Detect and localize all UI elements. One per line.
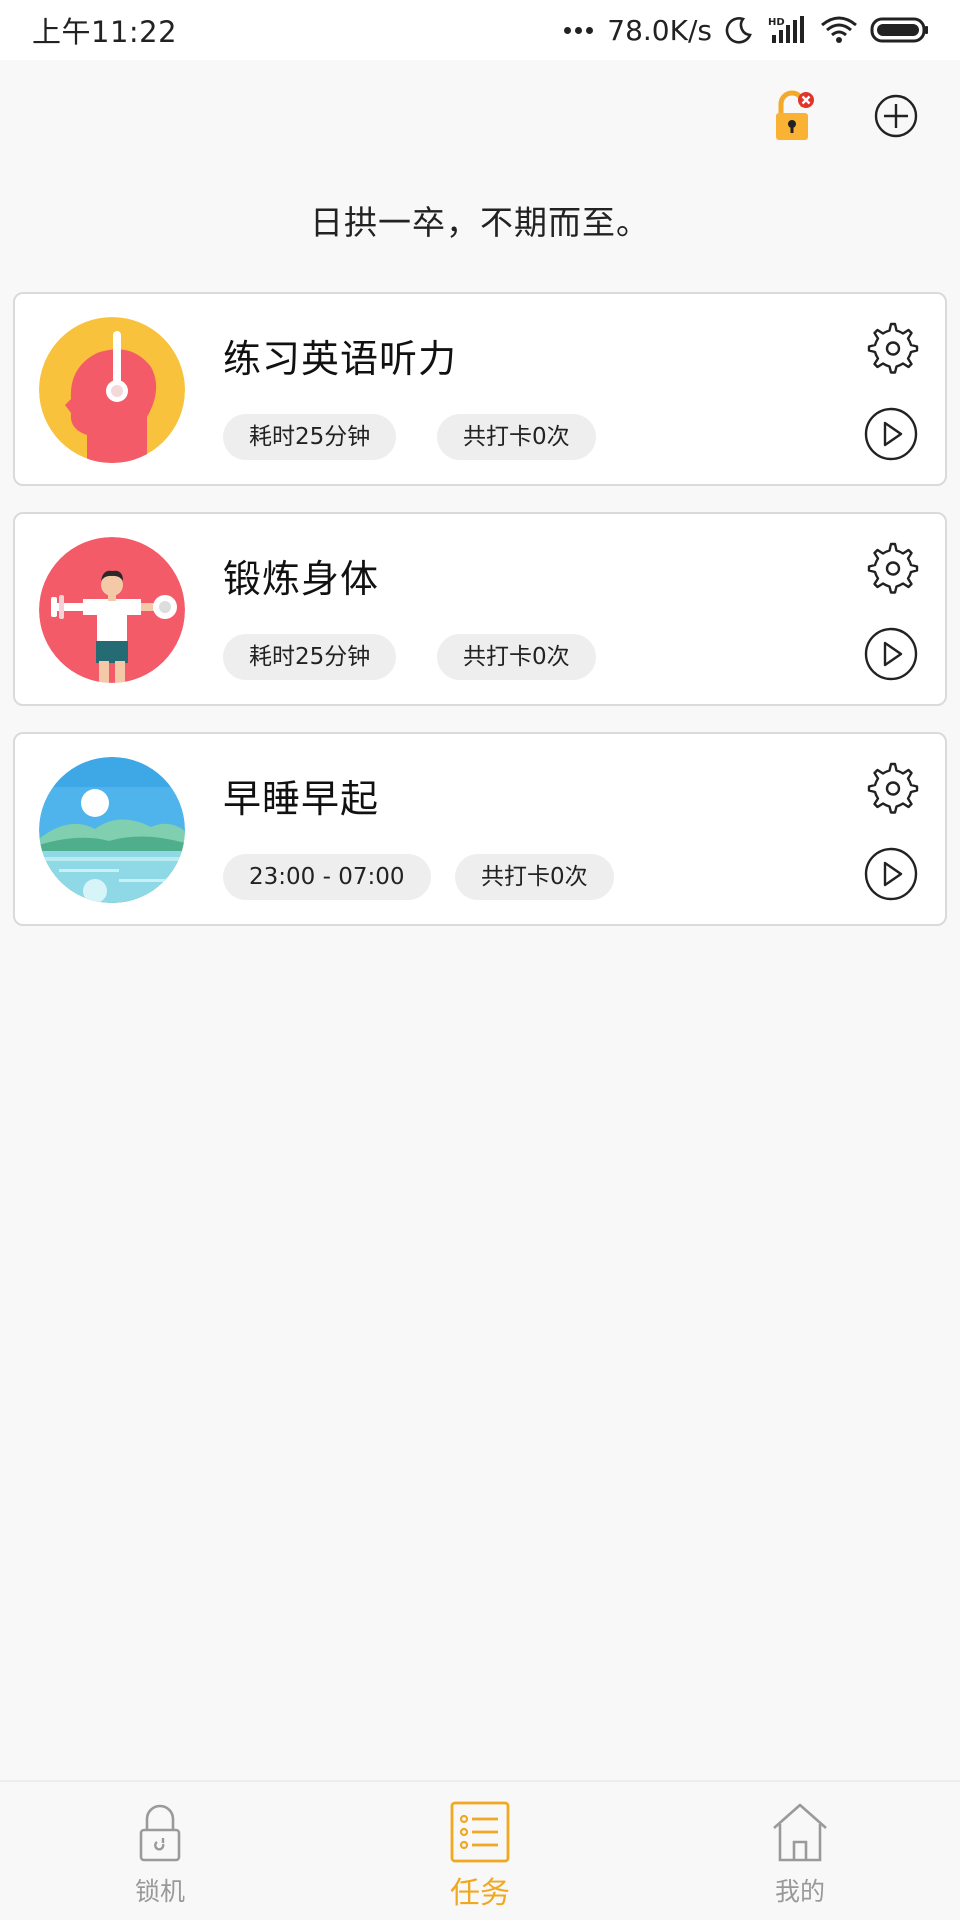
app-screen: 上午11:22 78.0K/s HD 日拱一卒，不期而至。 练习英语听力 耗时2… (0, 0, 960, 1920)
duration-chip: 耗时25分钟 (223, 634, 397, 680)
header-actions (766, 88, 924, 144)
status-time: 上午11:22 (32, 15, 178, 49)
hd-signal-icon: HD (766, 15, 808, 45)
checkin-count-chip: 共打卡0次 (455, 854, 614, 900)
nav-label: 我的 (774, 1877, 825, 1906)
nav-item-lock[interactable]: 锁机 (0, 1782, 320, 1920)
status-bar: 上午11:22 78.0K/s HD (0, 0, 960, 60)
play-icon[interactable] (863, 626, 919, 682)
gear-icon[interactable] (863, 760, 919, 816)
status-indicators: 78.0K/s HD (564, 14, 930, 47)
motto-text: 日拱一卒，不期而至。 (310, 203, 650, 242)
play-icon[interactable] (863, 846, 919, 902)
task-title: 早睡早起 (223, 777, 380, 821)
more-dots-icon (564, 26, 594, 34)
task-title: 锻炼身体 (223, 557, 380, 601)
nav-label: 任务 (450, 1876, 510, 1911)
wifi-icon (820, 15, 858, 45)
task-card[interactable]: 练习英语听力 耗时25分钟 共打卡0次 (13, 292, 947, 486)
lock-icon (130, 1800, 190, 1864)
svg-text:HD: HD (768, 17, 785, 28)
nav-item-mine[interactable]: 我的 (640, 1782, 960, 1920)
task-list-icon (450, 1800, 510, 1864)
moon-icon (724, 15, 754, 45)
home-icon (770, 1800, 830, 1864)
add-circle-icon[interactable] (868, 88, 924, 144)
dumbbell-man-icon (39, 537, 185, 683)
lock-warning-icon[interactable] (766, 88, 822, 144)
task-card[interactable]: 早睡早起 23:00 - 07:00 共打卡0次 (13, 732, 947, 926)
task-card[interactable]: 锻炼身体 耗时25分钟 共打卡0次 (13, 512, 947, 706)
bottom-nav: 锁机 任务 我的 (0, 1780, 960, 1920)
head-headphones-icon (39, 317, 185, 463)
nav-item-tasks[interactable]: 任务 (320, 1782, 640, 1920)
network-speed: 78.0K/s (607, 13, 712, 47)
checkin-count-chip: 共打卡0次 (437, 414, 596, 460)
lake-moon-icon (39, 757, 185, 903)
battery-icon (870, 15, 930, 45)
gear-icon[interactable] (863, 540, 919, 596)
task-title: 练习英语听力 (223, 337, 458, 381)
play-icon[interactable] (863, 406, 919, 462)
gear-icon[interactable] (863, 320, 919, 376)
nav-label: 锁机 (134, 1877, 185, 1906)
time-range-chip: 23:00 - 07:00 (223, 854, 431, 900)
checkin-count-chip: 共打卡0次 (437, 634, 596, 680)
task-list: 练习英语听力 耗时25分钟 共打卡0次 锻炼身体 耗时25分钟 共打卡0次 早睡… (13, 292, 947, 952)
duration-chip: 耗时25分钟 (223, 414, 397, 460)
